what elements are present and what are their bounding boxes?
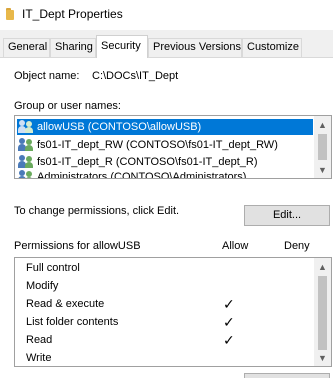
object-name-value: C:\DOCs\IT_Dept (92, 70, 179, 82)
list-item-label: fs01-IT_dept_R (CONTOSO\fs01-IT_dept_R) (37, 156, 258, 168)
permissions-list: Full control Modify Read & execute ✓ Lis… (14, 257, 332, 367)
allow-column-header: Allow (222, 240, 249, 252)
scroll-up-icon[interactable]: ▲ (314, 258, 331, 275)
table-row: Modify (15, 278, 315, 296)
scroll-thumb[interactable] (318, 276, 327, 350)
group-icon (18, 155, 34, 169)
list-item-label: Administrators (CONTOSO\Administrators) (37, 171, 247, 179)
scroll-up-icon[interactable]: ▲ (314, 116, 331, 133)
object-name-label: Object name: (14, 70, 80, 82)
table-row: List folder contents ✓ (15, 314, 315, 332)
table-row: Read & execute ✓ (15, 296, 315, 314)
list-item[interactable]: Administrators (CONTOSO\Administrators) (17, 169, 313, 179)
tab-divider (0, 57, 333, 58)
group-icon (18, 120, 34, 134)
group-icon (18, 170, 34, 178)
edit-button[interactable]: Edit... (244, 205, 330, 226)
allow-check-icon: ✓ (223, 314, 235, 330)
group-list-scrollbar[interactable]: ▲ ▼ (314, 116, 331, 178)
tab-security[interactable]: Security (96, 35, 148, 58)
folder-icon (6, 8, 14, 20)
list-item[interactable]: allowUSB (CONTOSO\allowUSB) (17, 119, 313, 135)
tab-previous-versions[interactable]: Previous Versions (148, 38, 242, 57)
permission-name: Read (26, 334, 53, 346)
permission-name: Read & execute (26, 298, 105, 310)
allow-check-icon: ✓ (223, 296, 235, 312)
group-user-list[interactable]: allowUSB (CONTOSO\allowUSB) fs01-IT_dept… (14, 115, 332, 179)
permissions-scrollbar[interactable]: ▲ ▼ (314, 258, 331, 366)
list-item-label: allowUSB (CONTOSO\allowUSB) (37, 121, 202, 133)
scroll-down-icon[interactable]: ▼ (314, 161, 331, 178)
list-item[interactable]: fs01-IT_dept_RW (CONTOSO\fs01-IT_dept_RW… (17, 137, 313, 153)
permission-name: List folder contents (26, 316, 119, 328)
list-item-label: fs01-IT_dept_RW (CONTOSO\fs01-IT_dept_RW… (37, 139, 278, 151)
allow-check-icon: ✓ (223, 332, 235, 348)
tab-customize[interactable]: Customize (242, 38, 302, 57)
group-icon (18, 138, 34, 152)
scroll-thumb[interactable] (318, 134, 327, 160)
permission-name: Write (26, 352, 52, 364)
advanced-button[interactable] (244, 373, 330, 378)
tab-sharing[interactable]: Sharing (50, 38, 96, 57)
permissions-header: Permissions for allowUSB (14, 240, 141, 252)
table-row: Write (15, 350, 315, 366)
window-title: IT_Dept Properties (22, 7, 123, 21)
tab-general[interactable]: General (3, 38, 50, 57)
table-row: Read ✓ (15, 332, 315, 350)
list-item[interactable]: fs01-IT_dept_R (CONTOSO\fs01-IT_dept_R) (17, 154, 313, 170)
permission-name: Modify (26, 280, 59, 292)
change-permissions-text: To change permissions, click Edit. (14, 205, 180, 217)
permission-name: Full control (26, 262, 80, 274)
group-names-label: Group or user names: (14, 100, 121, 112)
scroll-down-icon[interactable]: ▼ (314, 349, 331, 366)
table-row: Full control (15, 260, 315, 278)
deny-column-header: Deny (284, 240, 310, 252)
